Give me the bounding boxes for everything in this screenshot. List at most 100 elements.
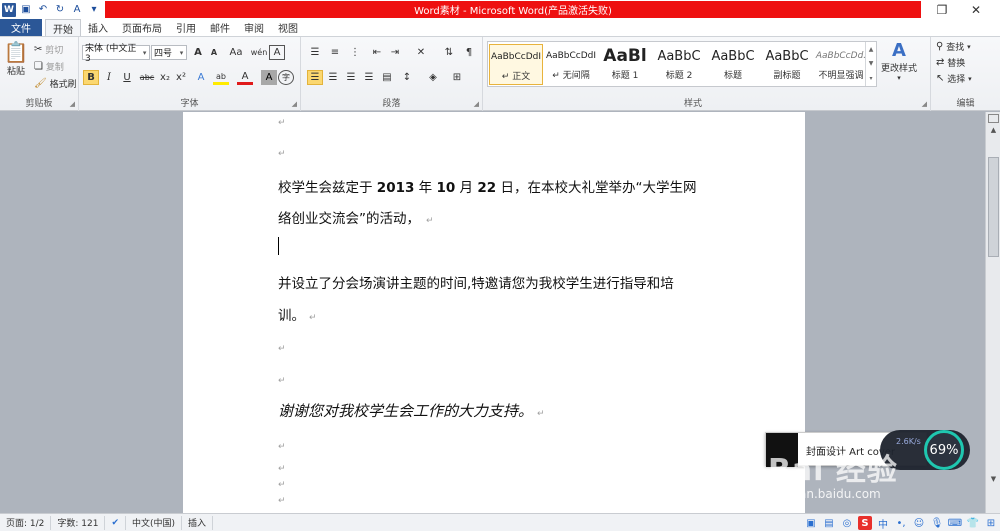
language-status[interactable]: 中文(中国) xyxy=(126,515,183,530)
redo-icon[interactable]: ↻ xyxy=(53,3,67,17)
page-count[interactable]: 页面: 1/2 xyxy=(0,515,52,530)
document-page[interactable]: ↵ ↵ 校学生会兹定于 2013 年 10 月 22 日，在本校大礼堂举办“大学… xyxy=(183,112,805,513)
customize-qat-icon[interactable]: ▾ xyxy=(87,3,101,17)
more-icon[interactable]: ▾ xyxy=(869,75,872,82)
apps-grid-icon[interactable]: ⊞ xyxy=(984,516,998,530)
change-case-button[interactable]: Aa xyxy=(226,45,246,60)
tab-references[interactable]: 引用 xyxy=(169,19,203,36)
select-button[interactable]: ↖ 选择 ▾ xyxy=(936,72,972,85)
spelling-icon[interactable]: A xyxy=(70,3,84,17)
style-subtitle[interactable]: AaBbC 副标题 xyxy=(760,44,814,85)
paste-button[interactable]: 📋 粘贴 xyxy=(4,40,29,77)
text-line-3[interactable]: 并设立了分会场演讲主题的时间,特邀请您为我校学生进行指导和培 xyxy=(278,272,674,292)
tab-view[interactable]: 视图 xyxy=(271,19,305,36)
tab-home[interactable]: 开始 xyxy=(45,19,81,36)
find-button[interactable]: ⚲ 查找 ▾ xyxy=(936,40,971,53)
chevron-up-icon[interactable]: ▲ xyxy=(869,46,874,53)
borders-button[interactable]: ⊞ xyxy=(449,70,465,85)
style-normal[interactable]: AaBbCcDdI ↵ 正文 xyxy=(489,44,543,85)
shrink-font-button[interactable]: A xyxy=(206,45,222,60)
style-title[interactable]: AaBbC 标题 xyxy=(706,44,760,85)
punctuation-icon[interactable]: •, xyxy=(894,516,908,530)
microphone-icon[interactable]: 🎙 xyxy=(930,516,944,530)
save-icon[interactable]: ▣ xyxy=(19,3,33,17)
ime-language-indicator[interactable]: 中 xyxy=(876,516,890,531)
copy-button[interactable]: ❏ 复制 xyxy=(34,60,64,73)
paragraph-launcher-icon[interactable]: ◢ xyxy=(474,100,479,108)
user-icon[interactable]: 👕 xyxy=(966,516,980,530)
text-line-2[interactable]: 络创业交流会”的活动， ↵ xyxy=(278,207,434,227)
align-center-button[interactable]: ☰ xyxy=(325,70,341,85)
underline-button[interactable]: U xyxy=(119,70,135,85)
superscript-button[interactable]: x² xyxy=(173,70,189,85)
highlight-button[interactable]: ab xyxy=(213,70,229,85)
line-spacing-button[interactable]: ↕ xyxy=(399,70,415,85)
close-icon[interactable]: ✕ xyxy=(962,0,990,19)
style-heading-1[interactable]: AaBl 标题 1 xyxy=(598,44,652,85)
shading-button[interactable]: ◈ xyxy=(425,70,441,85)
sort-button[interactable]: ⇅ xyxy=(441,45,457,60)
char-shading-button[interactable]: A xyxy=(261,70,277,85)
undo-icon[interactable]: ↶ xyxy=(36,3,50,17)
format-painter-button[interactable]: 🖌 格式刷 xyxy=(34,77,77,90)
keyboard-icon[interactable]: ⌨ xyxy=(948,516,962,530)
font-size-select[interactable]: 四号 ▾ xyxy=(151,45,187,60)
align-right-button[interactable]: ☰ xyxy=(343,70,359,85)
bullets-button[interactable]: ☰ xyxy=(307,45,323,60)
web-layout-icon[interactable]: ◎ xyxy=(840,516,854,530)
show-marks-button[interactable]: ¶ xyxy=(461,45,477,60)
tab-insert[interactable]: 插入 xyxy=(81,19,115,36)
multilevel-list-button[interactable]: ⋮ xyxy=(347,45,363,60)
decrease-indent-button[interactable]: ⇤ xyxy=(369,45,385,60)
styles-launcher-icon[interactable]: ◢ xyxy=(922,100,927,108)
scroll-down-icon[interactable]: ▼ xyxy=(986,475,1000,483)
vertical-scrollbar[interactable]: ▲ ▼ xyxy=(985,112,1000,513)
reading-layout-icon[interactable]: ▤ xyxy=(822,516,836,530)
font-name-select[interactable]: 宋体 (中文正3 ▾ xyxy=(82,44,150,64)
distributed-button[interactable]: ▤ xyxy=(379,70,395,85)
italic-button[interactable]: I xyxy=(101,70,117,85)
subscript-button[interactable]: x₂ xyxy=(157,70,173,85)
tab-mailings[interactable]: 邮件 xyxy=(203,19,237,36)
text-effects-button[interactable]: A xyxy=(193,70,209,85)
style-no-spacing[interactable]: AaBbCcDdI ↵ 无间隔 xyxy=(544,44,598,85)
emoji-icon[interactable]: ☺ xyxy=(912,516,926,530)
insert-mode[interactable]: 插入 xyxy=(182,515,214,530)
chinese-layout-button[interactable]: ✕ xyxy=(413,45,429,60)
clipboard-launcher-icon[interactable]: ◢ xyxy=(70,100,75,108)
cut-button[interactable]: ✂ 剪切 xyxy=(34,43,63,56)
tab-review[interactable]: 审阅 xyxy=(237,19,271,36)
style-heading-2[interactable]: AaBbC 标题 2 xyxy=(652,44,706,85)
font-color-button[interactable]: A xyxy=(237,70,253,85)
increase-indent-button[interactable]: ⇥ xyxy=(387,45,403,60)
character-border-button[interactable]: A xyxy=(269,45,285,60)
text-line-5[interactable]: 谢谢您对我校学生会工作的大力支持。 ↵ xyxy=(278,400,545,421)
proofing-status[interactable]: ✔ xyxy=(105,515,127,530)
chevron-down-icon[interactable]: ▼ xyxy=(869,60,874,67)
print-layout-icon[interactable]: ▣ xyxy=(804,516,818,530)
gallery-scroll[interactable]: ▲ ▼ ▾ xyxy=(865,42,876,86)
word-logo-icon[interactable]: W xyxy=(2,2,16,17)
font-launcher-icon[interactable]: ◢ xyxy=(292,100,297,108)
scroll-thumb[interactable] xyxy=(988,157,999,257)
enclose-char-button[interactable]: 字 xyxy=(278,70,294,85)
justify-button[interactable]: ☰ xyxy=(361,70,377,85)
pinyin-guide-button[interactable]: wén xyxy=(251,45,268,60)
tab-page-layout[interactable]: 页面布局 xyxy=(115,19,169,36)
numbering-button[interactable]: ≡ xyxy=(327,45,343,60)
ruler-toggle-icon[interactable] xyxy=(988,114,999,123)
style-subtle-emphasis[interactable]: AaBbCcDd. 不明显强调 xyxy=(814,44,868,85)
text-line-1[interactable]: 校学生会兹定于 2013 年 10 月 22 日，在本校大礼堂举办“大学生网 xyxy=(278,176,696,196)
strikethrough-button[interactable]: abc xyxy=(139,70,155,85)
replace-button[interactable]: ⇄ 替换 xyxy=(936,56,965,69)
sogou-ime-icon[interactable]: S xyxy=(858,516,872,530)
text-line-4[interactable]: 训。 ↵ xyxy=(278,304,317,324)
scroll-up-icon[interactable]: ▲ xyxy=(986,126,1000,134)
restore-icon[interactable]: ❐ xyxy=(928,0,956,19)
word-count[interactable]: 字数: 121 xyxy=(51,515,106,530)
grow-font-button[interactable]: A xyxy=(190,45,206,60)
bold-button[interactable]: B xyxy=(83,70,99,85)
align-left-button[interactable]: ☰ xyxy=(307,70,323,85)
change-styles-button[interactable]: A 更改样式 ▾ xyxy=(879,40,919,82)
tab-file[interactable]: 文件 xyxy=(0,19,42,36)
